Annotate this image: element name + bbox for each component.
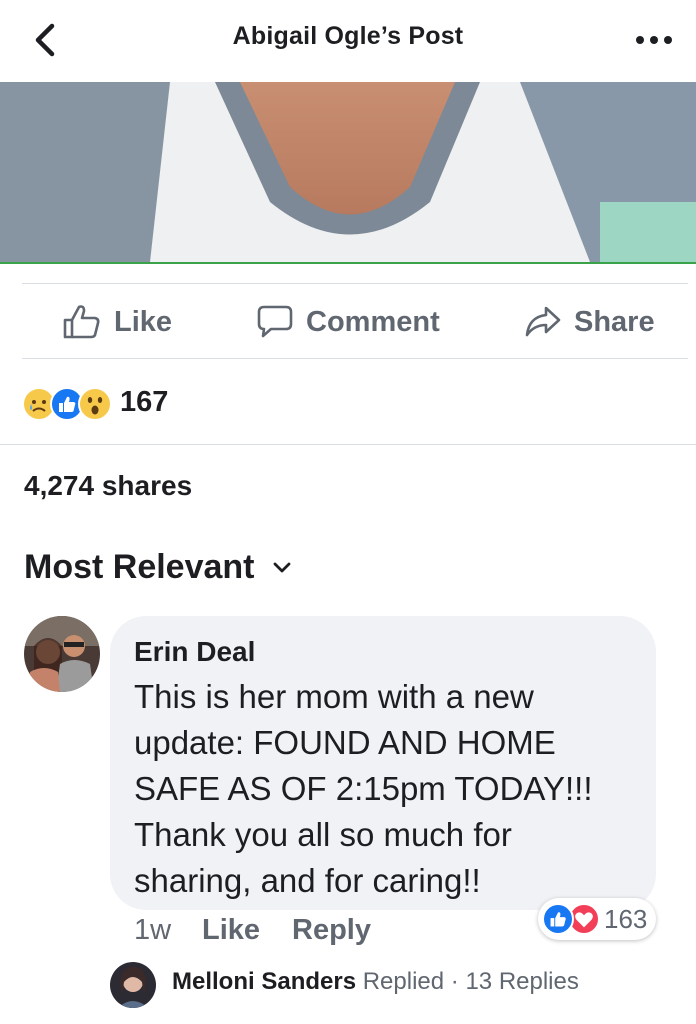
comment-bubble[interactable]: Erin Deal This is her mom with a new upd…: [110, 616, 656, 910]
like-button[interactable]: Like: [62, 300, 172, 344]
comment-text-line: update: FOUND AND HOME: [134, 724, 556, 761]
reply-author: Melloni Sanders: [172, 968, 357, 995]
reply-preview[interactable]: Melloni Sanders Replied · 13 Replies: [172, 968, 579, 996]
sort-label: Most Relevant: [24, 548, 255, 586]
like-reaction-icon: [542, 903, 574, 935]
comment-timestamp: 1w: [134, 914, 172, 946]
comment-text-line: This is her mom with a new: [134, 678, 534, 715]
like-label: Like: [114, 305, 173, 338]
thumbs-up-icon: [63, 305, 100, 339]
comment-text-line: SAFE AS OF 2:15pm TODAY!!!: [134, 770, 593, 807]
avatar[interactable]: [24, 616, 100, 692]
reply-action: Replied: [362, 968, 445, 995]
photo-bottom-border: [0, 262, 696, 264]
comment-reactions[interactable]: 163: [538, 898, 656, 940]
avatar[interactable]: [110, 962, 156, 1008]
top-navigation-bar: Abigail Ogle’s Post: [0, 0, 696, 82]
divider: [22, 283, 688, 284]
reply-separator: ·: [450, 968, 459, 995]
comment-like-button[interactable]: Like: [202, 914, 260, 947]
comment-text-line: Thank you all so much for: [134, 816, 512, 853]
shares-count[interactable]: 4,274 shares: [24, 470, 192, 502]
share-button[interactable]: Share: [524, 300, 655, 344]
chevron-down-icon: [273, 562, 290, 572]
comments-sort-dropdown[interactable]: Most Relevant: [24, 548, 291, 587]
divider: [0, 444, 696, 445]
comment-reply-button[interactable]: Reply: [292, 914, 371, 947]
reactions-summary[interactable]: 167: [22, 384, 169, 421]
comment-label: Comment: [306, 305, 440, 338]
reaction-count: 167: [120, 385, 169, 418]
comment-text: This is her mom with a new update: FOUND…: [134, 674, 644, 904]
comment-author[interactable]: Erin Deal: [134, 636, 255, 668]
reply-count: 13 Replies: [465, 968, 579, 995]
post-photo[interactable]: [0, 82, 696, 262]
reaction-icons: [22, 385, 118, 421]
share-label: Share: [574, 305, 655, 338]
divider: [22, 358, 688, 359]
page-title: Abigail Ogle’s Post: [232, 22, 464, 50]
comment-button[interactable]: Comment: [256, 300, 440, 344]
more-dots-icon[interactable]: [634, 34, 674, 46]
wow-reaction-icon: [78, 387, 112, 421]
comment-reaction-count: 163: [604, 903, 648, 934]
share-icon: [525, 306, 561, 337]
comment-icon: [257, 305, 293, 338]
